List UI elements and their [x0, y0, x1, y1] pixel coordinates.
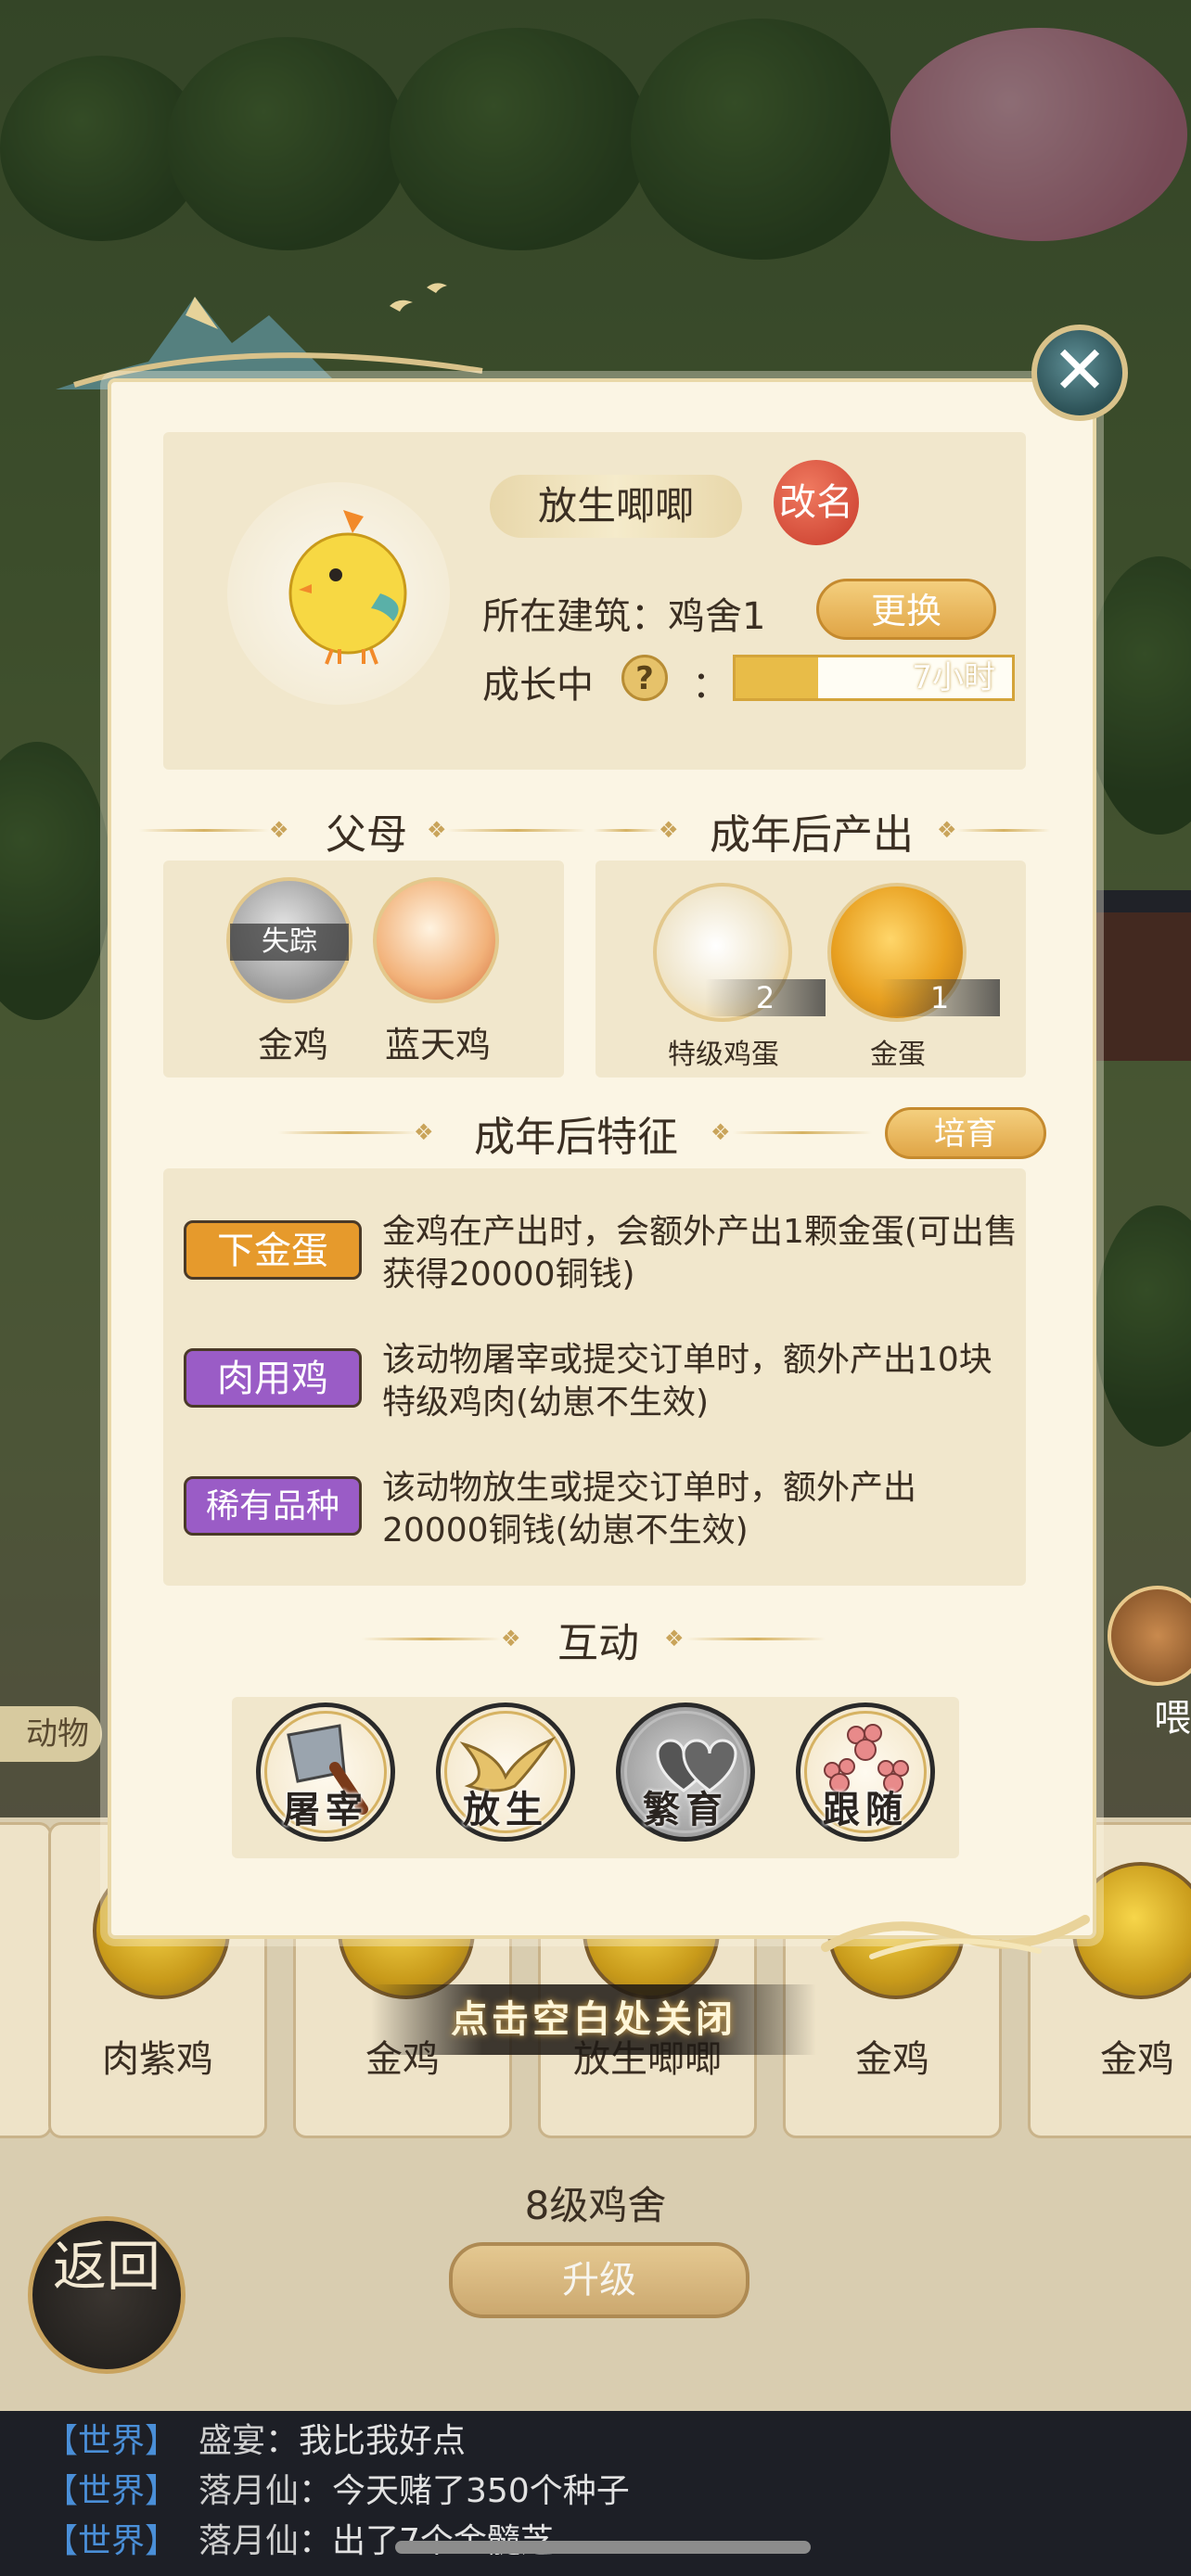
- growth-label: 成长中: [482, 664, 594, 707]
- location-label: 所在建筑：鸡舍1: [482, 595, 766, 638]
- chat-channel-tag: 【世界】: [45, 2472, 179, 2510]
- ornament-icon: ❖: [414, 1119, 434, 1145]
- growth-colon: ：: [692, 664, 729, 707]
- animal-card-name: 金鸡: [855, 2038, 929, 2081]
- parents-title: 父母: [326, 811, 407, 859]
- parent-name: 蓝天鸡: [384, 1025, 491, 1065]
- trait-badge-rare-breed: 稀有品种: [184, 1476, 362, 1536]
- animal-tab[interactable]: 动物: [0, 1706, 102, 1762]
- trait-description: 该动物屠宰或提交订单时，额外产出10块特级鸡肉(幼崽不生效): [382, 1341, 992, 1422]
- upgrade-button[interactable]: 升级: [449, 2242, 749, 2318]
- ornament-line: [594, 829, 659, 832]
- ornament-line: [278, 1131, 417, 1134]
- coop-level-title: 8级鸡舍: [524, 2183, 667, 2228]
- action-label: 屠宰: [283, 1788, 368, 1831]
- help-icon[interactable]: ?: [621, 655, 668, 701]
- ornament-icon: ❖: [427, 817, 447, 843]
- action-label: 跟随: [823, 1788, 908, 1831]
- feed-tab[interactable]: 喂: [1089, 1586, 1191, 1743]
- interact-title: 互动: [557, 1620, 639, 1667]
- output-name: 特级鸡蛋: [668, 1039, 779, 1071]
- tap-blank-to-close-hint[interactable]: 点击空白处关闭: [371, 1984, 816, 2055]
- ornament-icon: ❖: [711, 1119, 731, 1145]
- output-name: 金蛋: [870, 1039, 926, 1071]
- chat-message: 【世界】 盛宴：我比我好点: [45, 2417, 466, 2467]
- ornament-line: [733, 1131, 872, 1134]
- missing-badge: 失踪: [230, 924, 349, 961]
- animal-card[interactable]: [0, 1822, 52, 2138]
- trait-badge-golden-egg: 下金蛋: [184, 1220, 362, 1280]
- trait-badge-meat-chicken: 肉用鸡: [184, 1348, 362, 1408]
- chick-avatar: [288, 510, 407, 665]
- ornament-line: [447, 829, 586, 832]
- ornament-icon: ❖: [501, 1626, 521, 1651]
- animal-card-name: 金鸡: [1100, 2038, 1174, 2081]
- ornament-line: [686, 1638, 826, 1640]
- change-building-button[interactable]: 更换: [816, 579, 996, 640]
- chat-channel-tag: 【世界】: [45, 2422, 179, 2460]
- trait-description: 金鸡在产出时，会额外产出1颗金蛋(可出售获得20000铜钱): [382, 1213, 1018, 1294]
- parent-name: 金鸡: [257, 1025, 328, 1065]
- breed-button[interactable]: 培育: [885, 1107, 1046, 1159]
- ornament-line: [139, 829, 269, 832]
- output-count: 1: [879, 979, 1000, 1016]
- outputs-title: 成年后产出: [710, 811, 914, 859]
- feed-label: 喂: [1154, 1697, 1191, 1740]
- home-indicator[interactable]: [395, 2541, 811, 2554]
- mountain-ornament: [56, 283, 501, 389]
- cloud-swirl-ornament: [821, 1915, 1090, 1959]
- close-x-icon[interactable]: ✕: [1031, 325, 1128, 421]
- rename-button[interactable]: 改名: [774, 460, 859, 545]
- ornament-line: [362, 1638, 501, 1640]
- chat-sender: 盛宴: [198, 2422, 266, 2460]
- trait-description: 该动物放生或提交订单时，额外产出20000铜钱(幼崽不生效): [382, 1469, 917, 1549]
- growth-progress-bar: 7小时: [733, 655, 1015, 701]
- growth-time: 7小时: [912, 659, 995, 696]
- chat-text: ：今天赌了350个种子: [299, 2472, 630, 2510]
- ornament-icon: ❖: [664, 1626, 685, 1651]
- bird-icon[interactable]: 放生: [436, 1702, 575, 1842]
- ornament-icon: ❖: [269, 817, 289, 843]
- chat-message: 【世界】 落月仙：今天赌了350个种子: [45, 2467, 630, 2517]
- chat-sender: 落月仙: [198, 2522, 300, 2560]
- paw-icon[interactable]: 跟随: [796, 1702, 935, 1842]
- ornament-line: [957, 829, 1050, 832]
- parent-avatar-bluesky-chicken[interactable]: [373, 877, 499, 1003]
- action-label: 繁育: [643, 1788, 728, 1831]
- traits-title: 成年后特征: [474, 1114, 678, 1161]
- ornament-icon: ❖: [937, 817, 957, 843]
- chat-text: ：我比我好点: [265, 2422, 467, 2460]
- feed-icon: [1108, 1586, 1191, 1686]
- pet-name: 放生唧唧: [490, 475, 742, 538]
- animal-card-name: 肉紫鸡: [102, 2038, 213, 2081]
- chat-channel-tag: 【世界】: [45, 2522, 179, 2560]
- ornament-icon: ❖: [659, 817, 679, 843]
- chat-sender: 落月仙: [198, 2472, 300, 2510]
- cleaver-icon[interactable]: 屠宰: [256, 1702, 395, 1842]
- hearts-icon[interactable]: 繁育: [616, 1702, 755, 1842]
- output-count: 2: [705, 979, 826, 1016]
- back-button[interactable]: 返回: [28, 2216, 186, 2374]
- action-label: 放生: [463, 1788, 548, 1831]
- parent-avatar-golden-chicken[interactable]: 失踪: [226, 877, 352, 1003]
